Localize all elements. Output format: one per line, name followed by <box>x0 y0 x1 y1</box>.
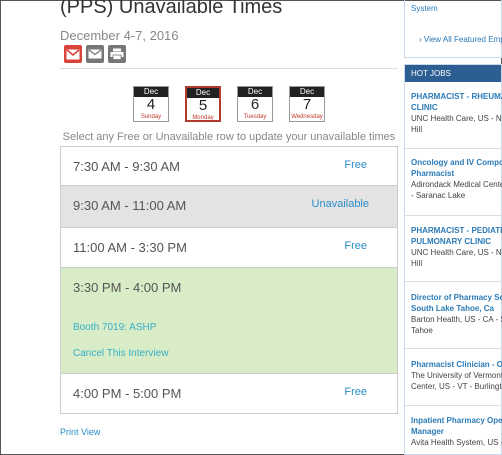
slot-time: 3:30 PM - 4:00 PM <box>73 280 182 295</box>
featured-employers-box: System › View All Featured Emp <box>404 0 502 58</box>
slot-status[interactable]: Free <box>344 240 367 252</box>
slot-time: 9:30 AM - 11:00 AM <box>73 198 187 213</box>
day-number: 4 <box>146 96 156 113</box>
job-title-cont[interactable]: South Lake Tahoe, Ca <box>411 303 502 314</box>
main-content: (PPS) Unavailable Times December 4-7, 20… <box>0 0 400 455</box>
page-title: (PPS) Unavailable Times <box>60 0 283 18</box>
job-item[interactable]: Oncology and IV Compou Pharmacist Adiron… <box>411 157 502 201</box>
job-divider <box>405 148 502 149</box>
slot-status[interactable]: Free <box>344 386 367 398</box>
job-item[interactable]: Inpatient Pharmacy Oper Manager Avita He… <box>411 415 502 448</box>
job-title-cont[interactable]: CLINIC <box>411 102 502 113</box>
view-all-label: View All Featured Emp <box>423 35 502 44</box>
job-divider <box>405 405 502 406</box>
job-company: Adirondack Medical Cente <box>411 180 502 189</box>
cancel-interview-link[interactable]: Cancel This Interview <box>73 348 168 359</box>
job-title[interactable]: Oncology and IV Compou <box>411 157 502 168</box>
job-title-cont[interactable]: Manager <box>411 426 502 437</box>
slot-status[interactable]: Unavailable <box>312 198 369 210</box>
mail-icon[interactable] <box>86 45 104 63</box>
slot-time: 4:00 PM - 5:00 PM <box>73 386 182 401</box>
day-weekday: Sunday <box>140 114 162 120</box>
job-item[interactable]: PHARMACIST - PEDIATRIC PULMONARY CLINIC … <box>411 225 502 269</box>
day-dec-4[interactable]: Dec 4 Sunday <box>133 86 169 122</box>
job-divider <box>405 281 502 282</box>
job-company-cont: Hill <box>411 259 423 268</box>
job-company-cont: Hill <box>411 125 423 134</box>
job-company-cont: Tahoe <box>411 326 433 335</box>
job-divider <box>405 348 502 349</box>
job-title[interactable]: Inpatient Pharmacy Oper <box>411 415 502 426</box>
job-item[interactable]: Director of Pharmacy Ser South Lake Taho… <box>411 292 502 336</box>
print-icon[interactable] <box>108 45 126 63</box>
day-dec-5[interactable]: Dec 5 Monday <box>185 86 221 122</box>
job-company-cont: - Saranac Lake <box>411 191 466 200</box>
time-slot-row[interactable]: 11:00 AM - 3:30 PM Free <box>61 227 397 267</box>
instruction-text: Select any Free or Unavailable row to up… <box>62 131 396 143</box>
job-title[interactable]: Pharmacist Clinician - On <box>411 359 502 370</box>
slot-status[interactable]: Free <box>344 159 367 171</box>
job-company: UNC Health Care, US - NC <box>411 248 502 257</box>
date-range: December 4-7, 2016 <box>60 28 179 43</box>
job-company: UNC Health Care, US - NC <box>411 114 502 123</box>
slot-time: 7:30 AM - 9:30 AM <box>73 159 180 174</box>
time-slot-list: 7:30 AM - 9:30 AM Free 9:30 AM - 11:00 A… <box>60 146 398 414</box>
job-title-cont[interactable]: Pharmacist <box>411 168 502 179</box>
job-company: Barton Health, US - CA - Se <box>411 315 502 324</box>
job-item[interactable]: Pharmacist Clinician - On The University… <box>411 359 502 392</box>
job-company: The University of Vermont <box>411 371 502 380</box>
time-slot-row[interactable]: 9:30 AM - 11:00 AM Unavailable <box>61 185 397 227</box>
print-view-link[interactable]: Print View <box>60 427 100 437</box>
booth-link[interactable]: Booth 7019: ASHP <box>73 322 156 333</box>
job-title-cont[interactable]: PULMONARY CLINIC <box>411 236 502 247</box>
day-weekday: Wednesday <box>291 114 323 120</box>
hot-jobs-box: HOT JOBS PHARMACIST - RHEUMAT CLINIC UNC… <box>404 64 502 455</box>
job-company-cont: Center, US - VT - Burlingto <box>411 382 502 391</box>
day-dec-7[interactable]: Dec 7 Wednesday <box>289 86 325 122</box>
job-title[interactable]: PHARMACIST - PEDIATRIC <box>411 225 502 236</box>
gmail-icon[interactable] <box>64 45 82 63</box>
interview-slot-row: 3:30 PM - 4:00 PM Booth 7019: ASHP Cance… <box>61 267 397 373</box>
time-slot-row[interactable]: 4:00 PM - 5:00 PM Free <box>61 373 397 413</box>
day-number: 7 <box>302 96 312 113</box>
hot-jobs-header: HOT JOBS <box>405 65 501 82</box>
day-weekday: Tuesday <box>243 114 267 120</box>
day-number: 6 <box>250 96 260 113</box>
system-link[interactable]: System <box>411 4 438 13</box>
job-company: Avita Health System, US - <box>411 438 502 447</box>
sidebar: System › View All Featured Emp HOT JOBS … <box>400 0 502 455</box>
job-title[interactable]: PHARMACIST - RHEUMAT <box>411 91 502 102</box>
view-all-featured-link[interactable]: › View All Featured Emp <box>419 35 502 44</box>
day-weekday: Monday <box>192 115 214 121</box>
title-divider <box>60 68 398 69</box>
job-item[interactable]: PHARMACIST - RHEUMAT CLINIC UNC Health C… <box>411 91 502 135</box>
job-title[interactable]: Director of Pharmacy Ser <box>411 292 502 303</box>
job-divider <box>405 215 502 216</box>
slot-time: 11:00 AM - 3:30 PM <box>73 240 187 255</box>
day-number: 5 <box>198 97 208 114</box>
time-slot-row[interactable]: 7:30 AM - 9:30 AM Free <box>61 147 397 185</box>
day-dec-6[interactable]: Dec 6 Tuesday <box>237 86 273 122</box>
